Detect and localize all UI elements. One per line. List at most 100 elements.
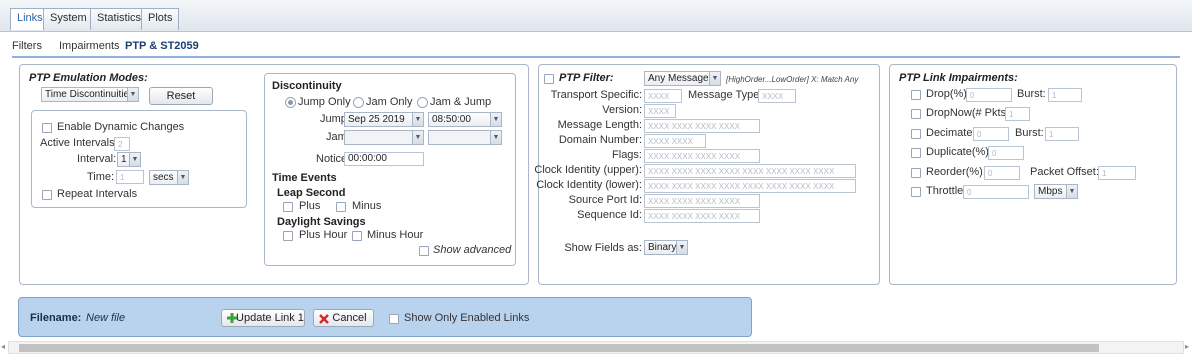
subtab-ptp-st2059[interactable]: PTP & ST2059 — [125, 40, 199, 52]
repeat-intervals-checkbox[interactable] — [42, 190, 52, 200]
flags-input[interactable]: XXXX XXXX XXXX XXXX — [644, 149, 760, 163]
show-advanced-label: Show advanced — [433, 244, 512, 256]
domain-number-input[interactable]: XXXX XXXX — [644, 134, 706, 148]
throttle-input[interactable]: 0 — [963, 185, 1029, 199]
update-link-button[interactable]: Update Link 1 — [221, 309, 305, 327]
discontinuity-box: Discontinuity Jump Only Jam Only Jam & J… — [264, 73, 516, 266]
repeat-intervals-label: Repeat Intervals — [57, 188, 138, 200]
version-label: Version: — [602, 104, 642, 116]
clock-upper-input[interactable]: XXXX XXXX XXXX XXXX XXXX XXXX XXXX XXXX — [644, 164, 856, 178]
leap-plus-checkbox[interactable] — [283, 202, 293, 212]
ptp-filter-panel: PTP Filter: Any Message ▼ [HighOrder...L… — [534, 64, 880, 285]
interval-select[interactable]: 1 ▼ — [117, 152, 141, 167]
sequence-id-label: Sequence Id: — [577, 209, 642, 221]
burst-label: Burst: — [1017, 88, 1046, 100]
reorder-checkbox[interactable] — [911, 168, 921, 178]
leap-minus-checkbox[interactable] — [336, 202, 346, 212]
leap-plus-label: Plus — [299, 200, 321, 212]
time-unit-select[interactable]: secs ▼ — [149, 170, 189, 185]
discontinuity-title: Discontinuity — [272, 80, 342, 92]
plus-hour-label: Plus Hour — [299, 229, 348, 241]
throttle-label: Throttle: — [926, 185, 967, 197]
clock-lower-input[interactable]: XXXX XXXX XXXX XXXX XXXX XXXX XXXX XXXX — [644, 179, 856, 193]
link-impairments-title: PTP Link Impairments: — [899, 72, 1018, 84]
cancel-button[interactable]: Cancel — [313, 309, 374, 327]
dropnow-checkbox[interactable] — [911, 109, 921, 119]
message-type-input[interactable]: XXXX — [758, 89, 796, 103]
jump-date-value: Sep 25 2019 — [348, 114, 405, 125]
tab-system[interactable]: System — [43, 8, 94, 30]
burst-input[interactable]: 1 — [1048, 88, 1082, 102]
notice-label: Notice — [316, 153, 348, 165]
emulation-mode-select[interactable]: Time Discontinuities ▼ — [41, 87, 139, 102]
chevron-down-icon: ▼ — [490, 113, 501, 126]
domain-number-label: Domain Number: — [558, 134, 642, 146]
jam-time-select[interactable]: ▼ — [428, 130, 502, 145]
footer-bar: Filename: New file Update Link 1 Cancel … — [18, 297, 752, 337]
jump-only-radio[interactable] — [285, 97, 296, 108]
dynamic-changes-box: Enable Dynamic Changes Active Intervals:… — [31, 110, 247, 208]
packet-offset-input[interactable]: 1 — [1098, 166, 1136, 180]
throttle-unit-value: Mbps — [1038, 186, 1063, 197]
chevron-down-icon: ▼ — [177, 171, 188, 184]
active-intervals-input[interactable]: 2 — [114, 137, 130, 151]
minus-hour-checkbox[interactable] — [352, 231, 362, 241]
subtab-filters[interactable]: Filters — [12, 40, 42, 52]
reorder-input[interactable]: 0 — [984, 166, 1020, 180]
message-type-value: Any Message — [648, 73, 709, 84]
tab-statistics[interactable]: Statistics — [90, 8, 149, 30]
link-impairments-panel: PTP Link Impairments: Drop(%): 0 Burst: … — [889, 64, 1177, 285]
horizontal-scrollbar[interactable] — [8, 341, 1184, 354]
chevron-down-icon: ▼ — [1066, 185, 1077, 198]
packet-offset-label: Packet Offset: — [1030, 166, 1099, 178]
subtab-impairments[interactable]: Impairments — [59, 40, 120, 52]
drop-checkbox[interactable] — [911, 90, 921, 100]
duplicate-label: Duplicate(%): — [926, 146, 993, 158]
decimate-checkbox[interactable] — [911, 129, 921, 139]
ptp-filter-checkbox[interactable] — [544, 74, 554, 84]
show-fields-value: Binary — [648, 242, 677, 253]
jam-jump-radio[interactable] — [417, 97, 428, 108]
throttle-unit-select[interactable]: Mbps ▼ — [1034, 184, 1078, 199]
interval-label: Interval: — [77, 153, 117, 165]
reset-button[interactable]: Reset — [149, 87, 213, 105]
leap-minus-label: Minus — [352, 200, 382, 212]
drop-input[interactable]: 0 — [966, 88, 1012, 102]
scrollbar-thumb[interactable] — [19, 344, 1099, 352]
notice-input[interactable]: 00:00:00 — [344, 152, 424, 166]
decimate-burst-input[interactable]: 1 — [1045, 127, 1079, 141]
jump-date-select[interactable]: Sep 25 2019 ▼ — [344, 112, 424, 127]
dropnow-input[interactable]: 1 — [1005, 107, 1030, 121]
duplicate-input[interactable]: 0 — [988, 146, 1024, 160]
version-input[interactable]: XXXX — [644, 104, 676, 118]
show-fields-label: Show Fields as: — [564, 242, 642, 254]
show-fields-select[interactable]: Binary ▼ — [644, 240, 688, 255]
enable-dynamic-checkbox[interactable] — [42, 123, 52, 133]
throttle-checkbox[interactable] — [911, 187, 921, 197]
jump-time-select[interactable]: 08:50:00 ▼ — [428, 112, 502, 127]
time-input[interactable]: 1 — [116, 170, 144, 184]
cancel-label: Cancel — [332, 312, 367, 324]
scroll-right-icon[interactable]: ▸ — [1185, 342, 1189, 351]
drop-label: Drop(%): — [926, 88, 971, 100]
message-length-input[interactable]: XXXX XXXX XXXX XXXX — [644, 119, 760, 133]
scroll-left-icon[interactable]: ◂ — [1, 342, 5, 351]
source-port-input[interactable]: XXXX XXXX XXXX XXXX — [644, 194, 760, 208]
show-only-enabled-checkbox[interactable] — [389, 314, 399, 324]
filename-value: New file — [86, 312, 126, 324]
decimate-burst-label: Burst: — [1015, 127, 1044, 139]
sequence-id-input[interactable]: XXXX XXXX XXXX XXXX — [644, 209, 760, 223]
jam-only-radio[interactable] — [353, 97, 364, 108]
minus-hour-label: Minus Hour — [367, 229, 424, 241]
decimate-input[interactable]: 0 — [973, 127, 1009, 141]
daylight-savings-title: Daylight Savings — [277, 216, 366, 228]
message-type-select[interactable]: Any Message ▼ — [644, 71, 721, 86]
jam-date-select[interactable]: ▼ — [344, 130, 424, 145]
plus-hour-checkbox[interactable] — [283, 231, 293, 241]
source-port-label: Source Port Id: — [568, 194, 642, 206]
transport-input[interactable]: XXXX — [644, 89, 682, 103]
tab-plots[interactable]: Plots — [141, 8, 180, 30]
show-advanced-checkbox[interactable] — [419, 246, 429, 256]
duplicate-checkbox[interactable] — [911, 148, 921, 158]
active-intervals-label: Active Intervals: — [40, 137, 118, 149]
